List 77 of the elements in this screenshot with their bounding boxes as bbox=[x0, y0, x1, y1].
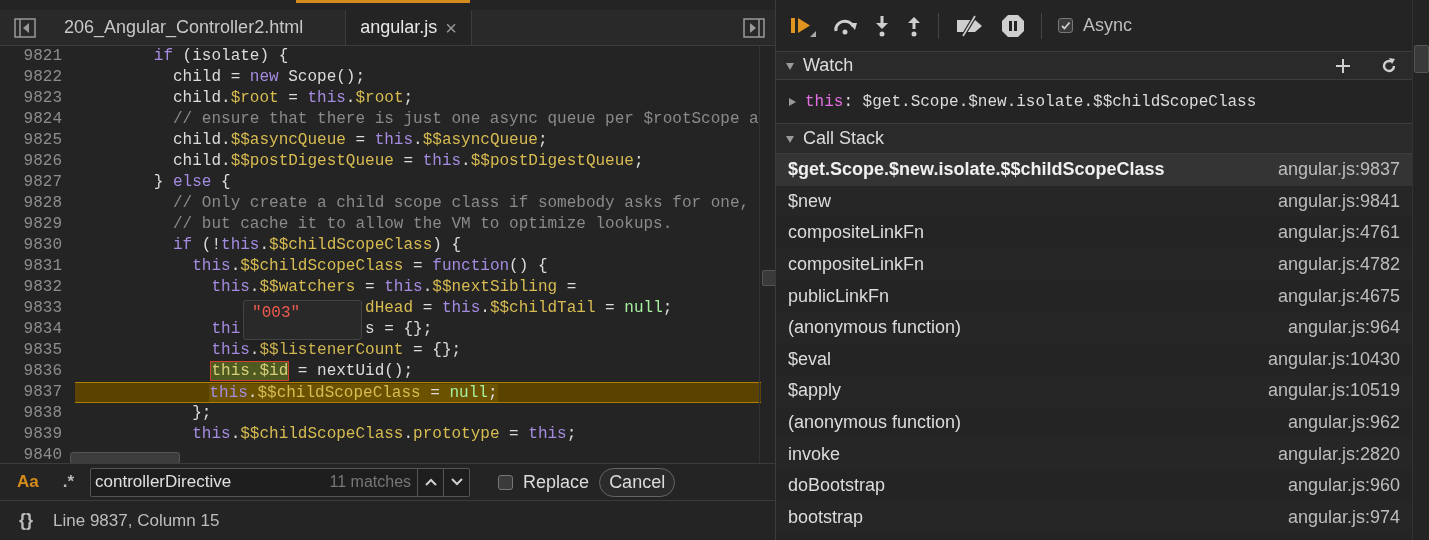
code-line: }; bbox=[192, 403, 212, 424]
chevron-down-icon bbox=[450, 478, 463, 486]
code-line: this.$$listenerCount = {}; bbox=[211, 340, 462, 361]
line-number: 9822 bbox=[23, 67, 62, 88]
code-line: if (isolate) { bbox=[153, 46, 289, 67]
checkbox[interactable] bbox=[498, 474, 514, 490]
line-number: 9826 bbox=[23, 151, 62, 172]
section-title: Call Stack bbox=[803, 127, 885, 150]
pause-on-exceptions-icon[interactable] bbox=[1001, 13, 1025, 38]
cursor-position: Line 9837, Column 15 bbox=[53, 509, 220, 532]
async-label[interactable]: Async bbox=[1083, 12, 1133, 39]
step-into-icon[interactable] bbox=[874, 14, 890, 37]
code-line: this.$$childScopeClass.prototype = this; bbox=[192, 424, 577, 445]
line-number: 9835 bbox=[23, 340, 62, 361]
code-line: this.$$childScopeClass = null; bbox=[209, 383, 498, 402]
code-line: thi bbox=[211, 319, 241, 340]
toggle-debugger-icon[interactable] bbox=[743, 17, 765, 38]
tooltip: "003" bbox=[243, 300, 363, 340]
horizontal-scrollbar[interactable] bbox=[70, 452, 180, 463]
line-number: 9821 bbox=[23, 46, 62, 67]
code-line: this.$id = nextUid(); bbox=[211, 361, 414, 382]
line-number: 9834 bbox=[23, 319, 62, 340]
vertical-scrollbar[interactable] bbox=[1414, 45, 1429, 73]
line-number: 9831 bbox=[23, 256, 62, 277]
code-line: } else { bbox=[153, 172, 231, 193]
line-number: 9830 bbox=[23, 235, 62, 256]
vertical-scrollbar[interactable] bbox=[761, 270, 775, 286]
code-line: child = new Scope(); bbox=[173, 67, 366, 88]
watch-header[interactable]: Watch bbox=[776, 52, 1412, 80]
check-icon bbox=[1060, 20, 1071, 31]
match-case-toggle[interactable]: Aa bbox=[17, 469, 39, 495]
expand-triangle-icon[interactable] bbox=[787, 96, 797, 107]
line-number: 9839 bbox=[23, 424, 62, 445]
code-line: // Only create a child scope class if somebody asks for one, bbox=[173, 193, 750, 214]
line-number: 9825 bbox=[23, 130, 62, 151]
line-number: 9827 bbox=[23, 172, 62, 193]
section-title: Watch bbox=[803, 54, 855, 77]
watch-expression[interactable]: this: $get.Scope.$new.isolate.$$childScopeClass bbox=[805, 89, 1257, 114]
search-field[interactable]: controllerDirective 11 matches bbox=[90, 467, 471, 497]
code-line: s = {}; bbox=[365, 319, 433, 340]
collapse-triangle-icon[interactable] bbox=[785, 60, 795, 71]
line-number: 9823 bbox=[23, 88, 62, 109]
pretty-print-button[interactable]: {} bbox=[19, 507, 33, 534]
code-line: // but cache it to allow the VM to optimize lookups. bbox=[173, 214, 673, 235]
line-number: 9838 bbox=[23, 403, 62, 424]
file-tab[interactable]: angular.js × bbox=[345, 10, 472, 45]
match-count: 11 matches bbox=[329, 472, 413, 492]
close-icon[interactable]: × bbox=[445, 12, 457, 43]
cancel-button[interactable]: Cancel bbox=[599, 467, 676, 497]
checkbox[interactable] bbox=[1058, 18, 1073, 33]
code-line: this.$$watchers = this.$$nextSibling = bbox=[211, 277, 577, 298]
code-line: child.$$postDigestQueue = this.$$postDigestQueue; bbox=[173, 151, 644, 172]
code-line: this.$$childScopeClass = function() { bbox=[192, 256, 548, 277]
line-number: 9836 bbox=[23, 361, 62, 382]
line-number: 9828 bbox=[23, 193, 62, 214]
call-frame[interactable]: $get.Scope.$new.isolate.$$childScopeClass angular.js:9837 bbox=[776, 154, 1412, 186]
refresh-icon[interactable] bbox=[1380, 56, 1398, 75]
line-number: 9824 bbox=[23, 109, 62, 130]
line-number: 9832 bbox=[23, 277, 62, 298]
call-stack-header[interactable]: Call Stack bbox=[776, 124, 1412, 154]
code-line: child.$root = this.$root; bbox=[173, 88, 414, 109]
code-line: if (!this.$$childScopeClass) { bbox=[173, 235, 462, 256]
step-out-icon[interactable] bbox=[906, 14, 922, 37]
collapse-triangle-icon[interactable] bbox=[785, 133, 795, 144]
line-number: 9833 bbox=[23, 298, 62, 319]
add-icon[interactable] bbox=[1334, 56, 1352, 75]
replace-label[interactable]: Replace bbox=[523, 468, 590, 496]
line-number: 9840 bbox=[23, 445, 62, 463]
file-tab[interactable]: 206_Angular_Controller2.html bbox=[50, 10, 318, 45]
line-number: 9837 bbox=[23, 382, 62, 403]
code-line: child.$$asyncQueue = this.$$asyncQueue; bbox=[173, 130, 548, 151]
code-line: dHead = this.$$childTail = null; bbox=[365, 298, 673, 319]
regex-toggle[interactable]: .* bbox=[62, 469, 75, 495]
line-number: 9829 bbox=[23, 214, 62, 235]
chevron-up-icon bbox=[424, 478, 437, 486]
code-line: // ensure that there is just one async queue per $rootScope a bbox=[173, 109, 759, 130]
toggle-navigator-icon[interactable] bbox=[14, 17, 36, 38]
